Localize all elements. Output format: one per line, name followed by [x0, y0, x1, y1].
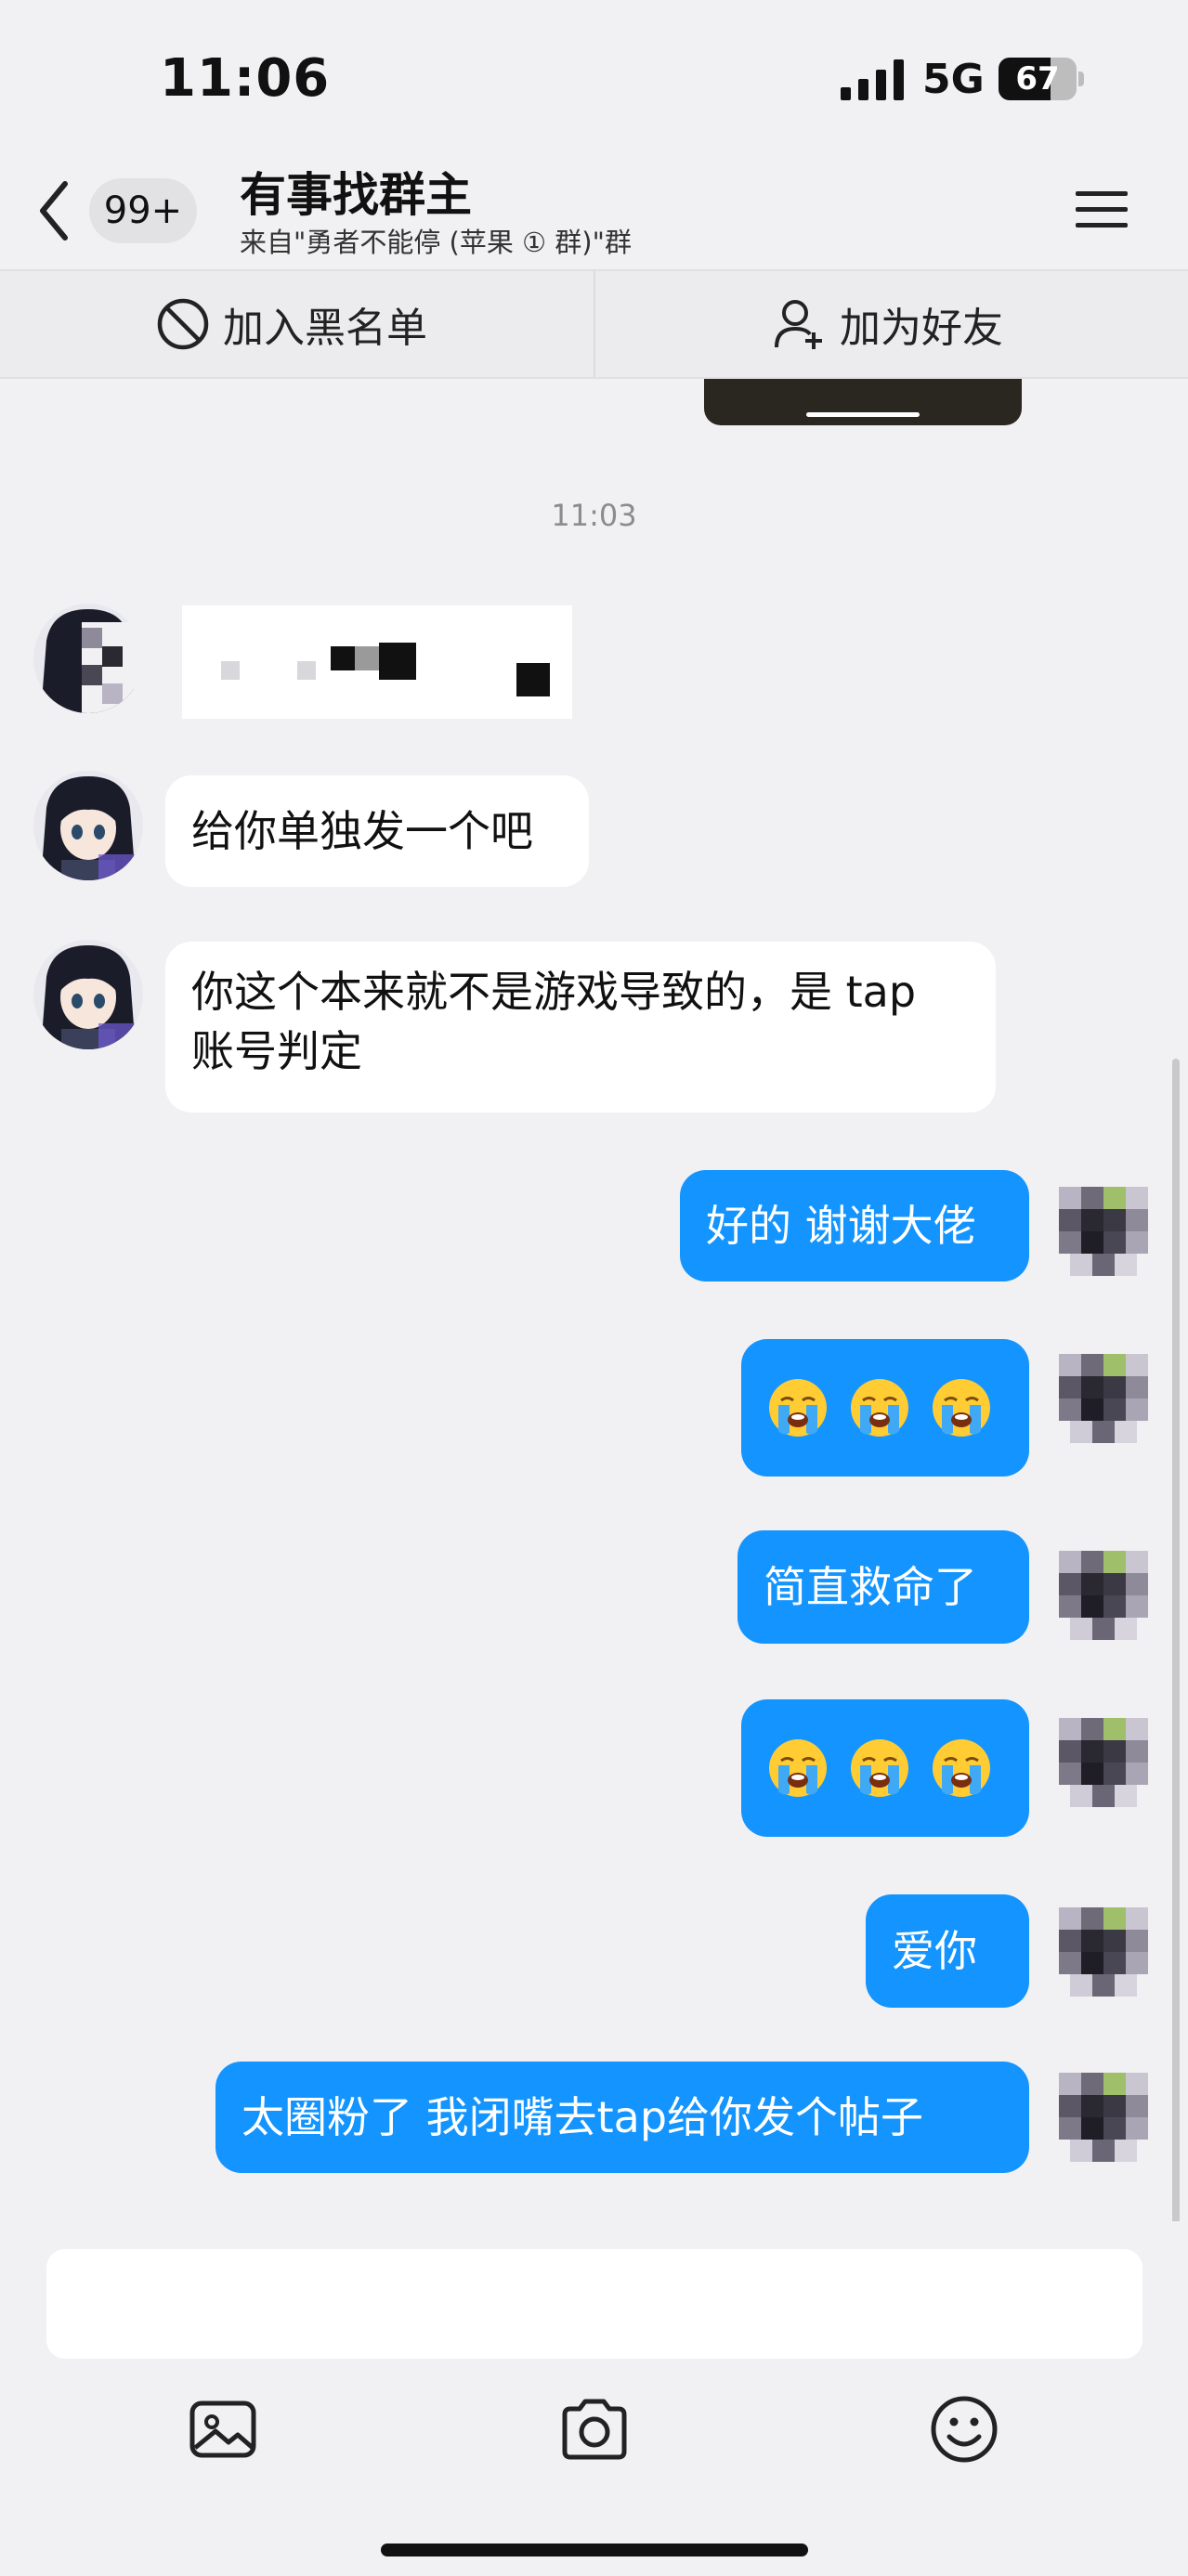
status-time: 11:06 [160, 48, 331, 109]
sender-avatar[interactable] [33, 604, 143, 713]
camera-icon[interactable] [559, 2394, 630, 2465]
network-type: 5G [922, 56, 985, 103]
my-avatar[interactable] [1050, 1898, 1159, 2008]
redacted-image-message[interactable] [182, 605, 572, 719]
battery-icon: 67 [999, 58, 1084, 100]
chat-subtitle: 来自"勇者不能停 (苹果 ① 群)"群 [240, 227, 632, 258]
message-input[interactable] [46, 2249, 1142, 2359]
loudly-crying-face-icon [931, 1737, 992, 1799]
incoming-message-bubble[interactable]: 你这个本来就不是游戏导致的，是 tap 账号判定 [165, 942, 996, 1112]
media-thumbnail[interactable] [704, 379, 1022, 425]
outgoing-message-bubble[interactable]: 太圈粉了 我闭嘴去tap给你发个帖子 [215, 2062, 1029, 2173]
hamburger-menu-icon[interactable] [1076, 188, 1128, 232]
signal-icon [841, 59, 904, 100]
message-timestamp: 11:03 [551, 498, 637, 533]
outgoing-message-bubble[interactable]: 好的 谢谢大佬 [680, 1170, 1029, 1281]
block-icon [157, 298, 209, 350]
outgoing-message-bubble[interactable]: 爱你 [866, 1894, 1029, 2008]
add-to-blacklist-button[interactable]: 加入黑名单 [156, 271, 427, 377]
smiley-icon[interactable] [929, 2394, 999, 2465]
incoming-message-bubble[interactable]: 给你单独发一个吧 [165, 775, 589, 887]
add-friend-button[interactable]: 加为好友 [773, 271, 1003, 377]
my-avatar[interactable] [1050, 1709, 1159, 1818]
battery-tip [1078, 72, 1084, 86]
status-bar: 11:06 5G 67 [0, 0, 1188, 158]
add-friend-label: 加为好友 [840, 305, 1003, 352]
message-text: 好的 谢谢大佬 [706, 1201, 976, 1251]
blacklist-label: 加入黑名单 [223, 305, 427, 352]
home-indicator[interactable] [381, 2543, 808, 2556]
my-avatar[interactable] [1050, 1542, 1159, 1651]
loudly-crying-face-icon [767, 1377, 829, 1438]
scrollbar[interactable] [1172, 1059, 1180, 2257]
battery-level: 67 [1015, 60, 1060, 98]
message-text: 你这个本来就不是游戏导致的，是 tap 账号判定 [191, 967, 917, 1076]
nav-header: 99+ 有事找群主 来自"勇者不能停 (苹果 ① 群)"群 [0, 158, 1188, 269]
outgoing-emoji-bubble[interactable] [741, 1699, 1029, 1837]
action-divider [594, 271, 595, 377]
chat-title: 有事找群主 [240, 168, 472, 222]
unread-badge[interactable]: 99+ [89, 178, 197, 243]
chevron-left-icon[interactable] [35, 178, 72, 243]
emoji-row [767, 1354, 1003, 1462]
message-text: 简直救命了 [764, 1562, 977, 1612]
message-text: 给你单独发一个吧 [191, 806, 533, 856]
composer [0, 2221, 1188, 2576]
loudly-crying-face-icon [849, 1377, 910, 1438]
media-progress-bar [806, 412, 920, 417]
image-icon[interactable] [188, 2394, 258, 2465]
action-bar: 加入黑名单 加为好友 [0, 269, 1188, 379]
message-text: 太圈粉了 我闭嘴去tap给你发个帖子 [242, 2092, 924, 2142]
loudly-crying-face-icon [931, 1377, 992, 1438]
my-avatar[interactable] [1050, 2063, 1159, 2173]
my-avatar[interactable] [1050, 1345, 1159, 1454]
sender-avatar[interactable] [33, 940, 143, 1049]
outgoing-message-bubble[interactable]: 简直救命了 [738, 1530, 1029, 1644]
sender-avatar[interactable] [33, 771, 143, 880]
loudly-crying-face-icon [767, 1737, 829, 1799]
emoji-row [767, 1714, 1003, 1822]
add-user-icon [775, 300, 822, 349]
loudly-crying-face-icon [849, 1737, 910, 1799]
battery-body: 67 [999, 58, 1077, 100]
message-text: 爱你 [892, 1926, 977, 1976]
my-avatar[interactable] [1050, 1177, 1159, 1287]
outgoing-emoji-bubble[interactable] [741, 1339, 1029, 1477]
